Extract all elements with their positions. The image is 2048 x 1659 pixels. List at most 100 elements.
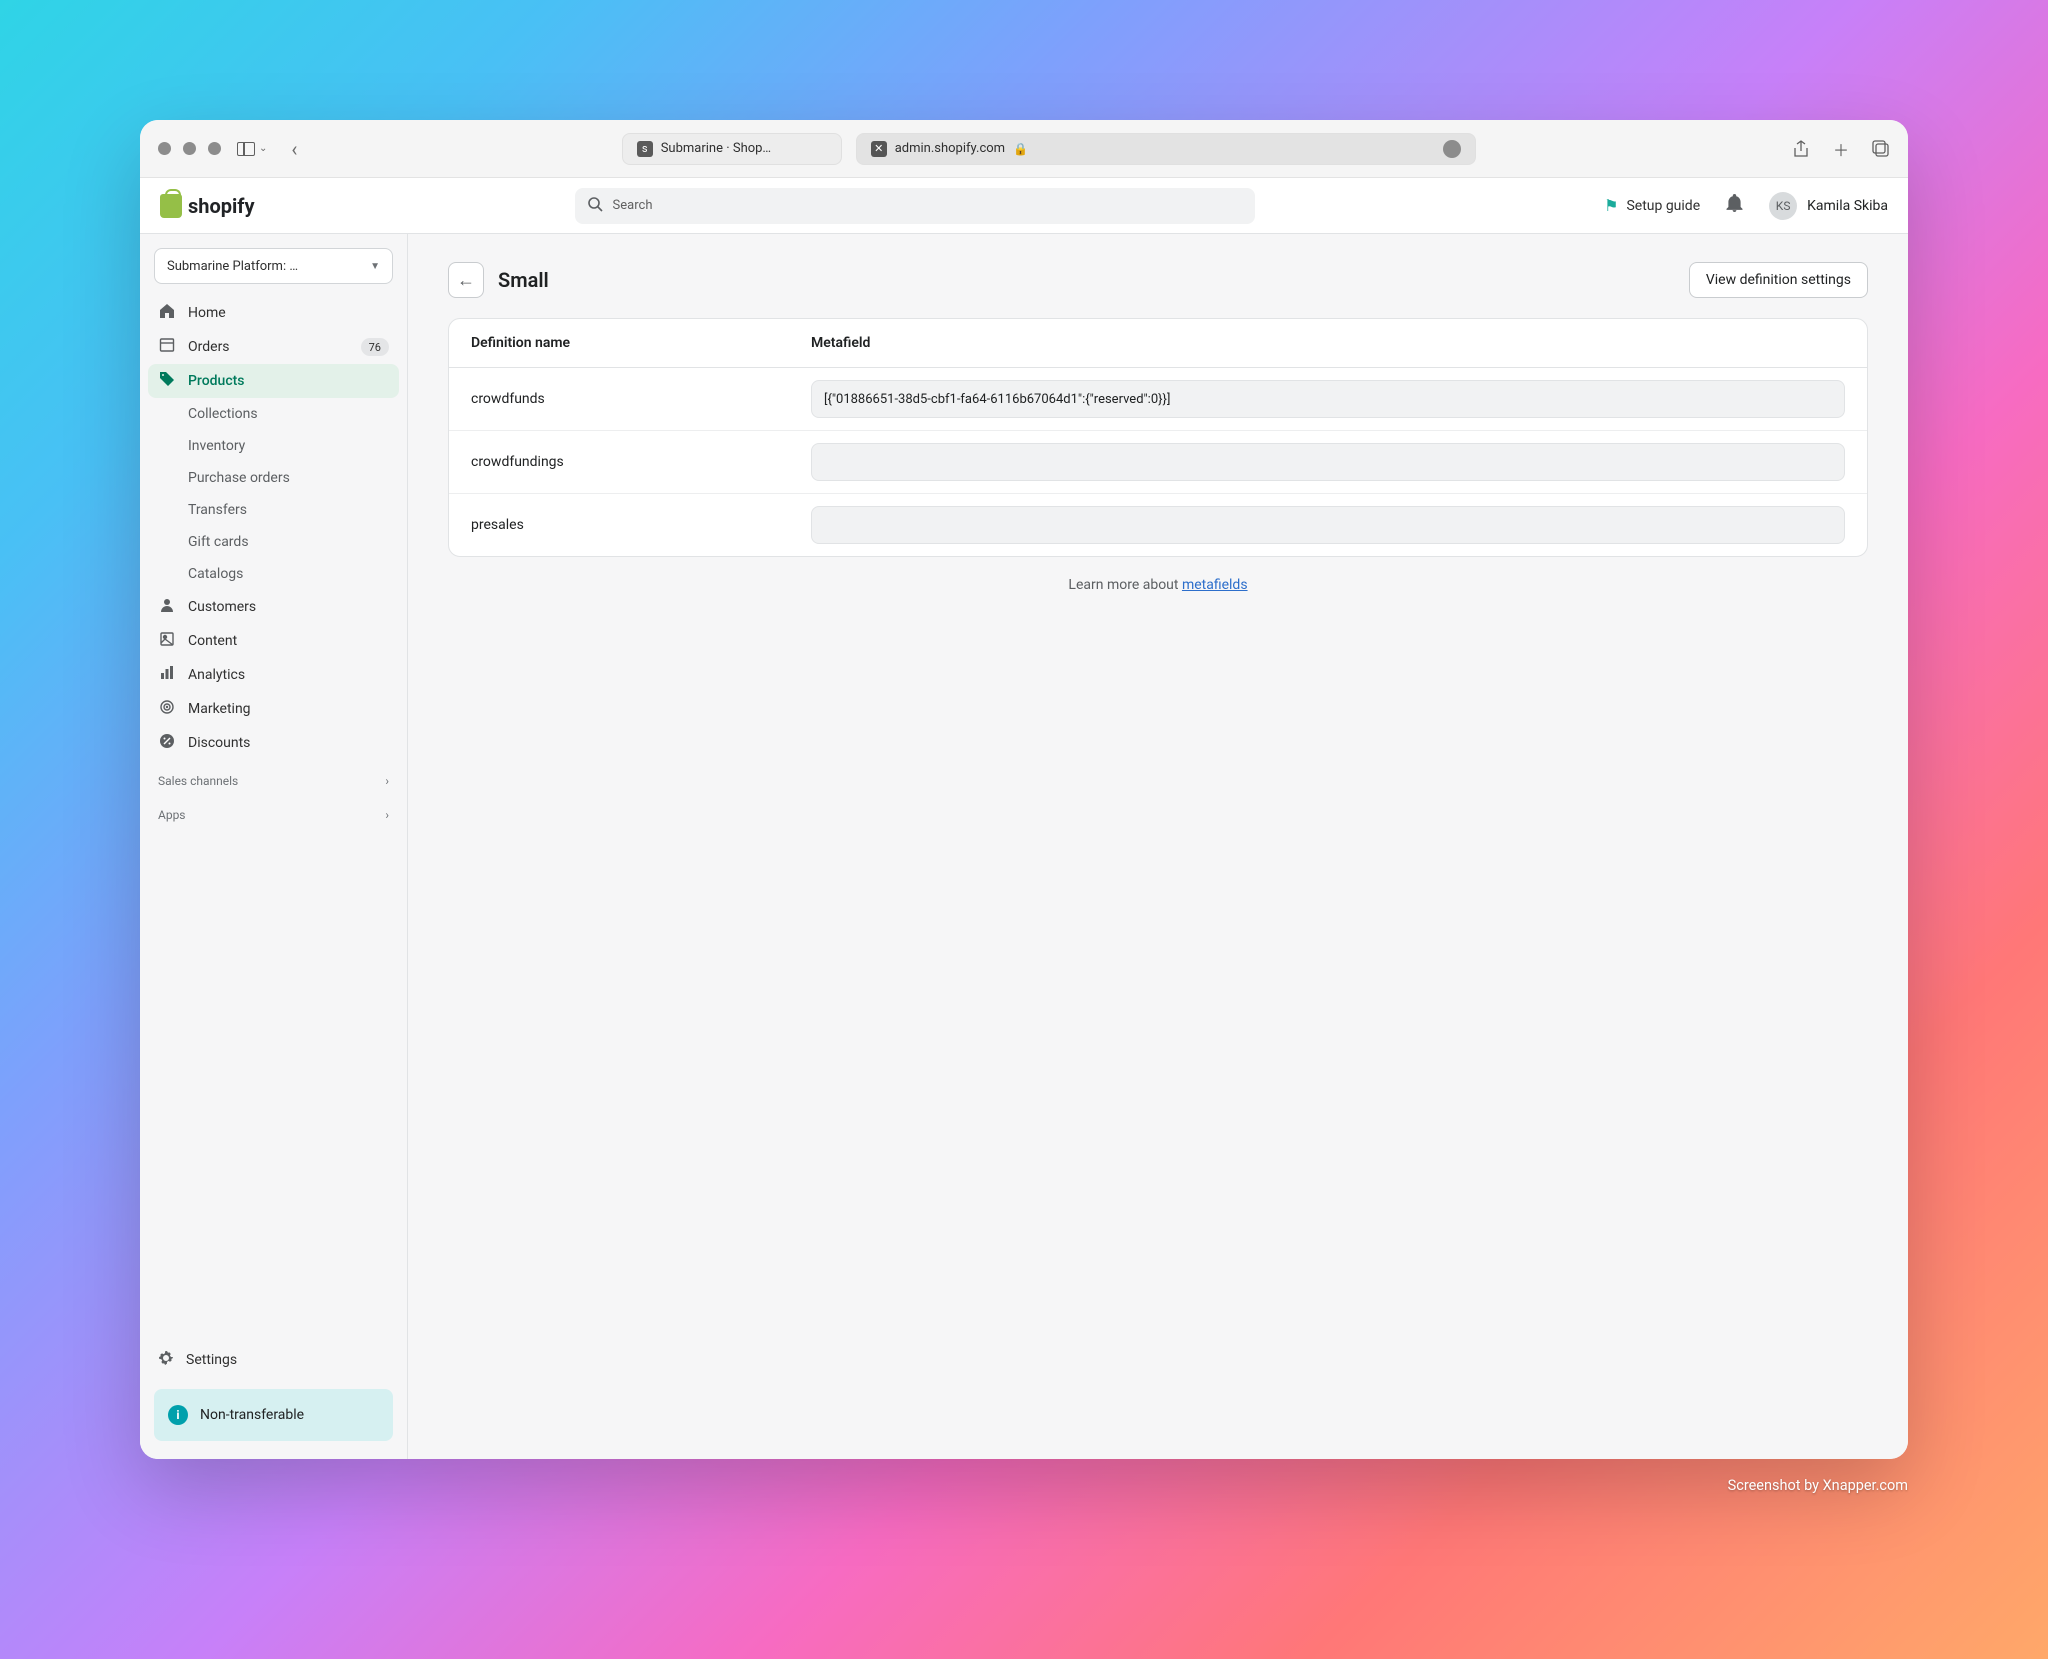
close-window-icon[interactable] (158, 142, 171, 155)
sidebar-toggle-button[interactable]: ⌄ (237, 142, 267, 156)
chevron-right-icon: › (385, 774, 389, 788)
browser-tab-active[interactable]: ✕ admin.shopify.com 🔒 (856, 133, 1476, 165)
learn-more-text: Learn more about metafields (448, 577, 1868, 593)
metafields-link[interactable]: metafields (1182, 577, 1248, 593)
user-menu[interactable]: KS Kamila Skiba (1769, 192, 1888, 220)
share-icon[interactable] (1792, 140, 1810, 158)
table-header: Definition name Metafield (449, 319, 1867, 368)
sidebar-item-products[interactable]: Products (148, 364, 399, 398)
definition-name: crowdfundings (471, 454, 811, 470)
marketing-icon (158, 699, 176, 719)
avatar: KS (1769, 192, 1797, 220)
sidebar-item-settings[interactable]: Settings (140, 1341, 407, 1379)
sidebar-sub-purchase-orders[interactable]: Purchase orders (140, 462, 407, 494)
back-button[interactable]: ← (448, 262, 484, 298)
metafield-input[interactable]: [{"01886651-38d5-cbf1-fa64-6116b67064d1"… (811, 380, 1845, 418)
sidebar-item-label: Content (188, 633, 237, 649)
browser-tab[interactable]: s Submarine · Shop… (622, 133, 842, 165)
store-picker[interactable]: Submarine Platform: … ▼ (154, 248, 393, 284)
logo-text: shopify (188, 194, 255, 218)
shopify-admin: shopify Search ⚑ Setup guide (140, 178, 1908, 1459)
maximize-window-icon[interactable] (208, 142, 221, 155)
table-row[interactable]: crowdfunds [{"01886651-38d5-cbf1-fa64-61… (449, 368, 1867, 431)
non-transferable-notice: i Non-transferable (154, 1389, 393, 1441)
sidebar: Submarine Platform: … ▼ Home (140, 234, 408, 1459)
shopify-logo[interactable]: shopify (160, 194, 255, 218)
app-header: shopify Search ⚑ Setup guide (140, 178, 1908, 234)
sidebar-icon (237, 142, 255, 156)
tab-title: admin.shopify.com (895, 141, 1005, 156)
shopping-bag-icon (160, 194, 182, 218)
store-name: Submarine Platform: … (167, 259, 298, 274)
info-icon: i (168, 1405, 188, 1425)
person-icon (158, 597, 176, 617)
view-definition-settings-button[interactable]: View definition settings (1689, 262, 1868, 298)
sidebar-sub-transfers[interactable]: Transfers (140, 494, 407, 526)
sidebar-item-home[interactable]: Home (140, 296, 407, 330)
notice-text: Non-transferable (200, 1407, 304, 1423)
home-icon (158, 303, 176, 323)
sidebar-item-label: Customers (188, 599, 256, 615)
tab-overview-icon[interactable] (1872, 140, 1890, 158)
chevron-down-icon: ⌄ (259, 143, 267, 154)
screenshot-credit: Screenshot by Xnapper.com (1728, 1477, 1908, 1494)
sidebar-item-analytics[interactable]: Analytics (140, 658, 407, 692)
metafields-card: Definition name Metafield crowdfunds [{"… (448, 318, 1868, 557)
discounts-icon (158, 733, 176, 753)
browser-chrome: ⌄ ‹ s Submarine · Shop… ✕ admin.shopify.… (140, 120, 1908, 178)
setup-guide-link[interactable]: ⚑ Setup guide (1604, 196, 1700, 215)
arrow-left-icon: ← (457, 270, 475, 291)
col-header-name: Definition name (471, 335, 811, 351)
minimize-window-icon[interactable] (183, 142, 196, 155)
sales-channels-header[interactable]: Sales channels › (140, 760, 407, 794)
sidebar-item-label: Products (188, 373, 245, 389)
reader-icon[interactable] (1443, 140, 1461, 158)
main-content: ← Small View definition settings Definit… (408, 234, 1908, 1459)
definition-name: crowdfunds (471, 391, 811, 407)
favicon-icon: s (637, 141, 653, 157)
orders-count-badge: 76 (361, 338, 389, 356)
sidebar-item-label: Orders (188, 339, 230, 355)
search-placeholder: Search (613, 198, 653, 213)
nav-back-button[interactable]: ‹ (283, 137, 305, 161)
sidebar-sub-collections[interactable]: Collections (140, 398, 407, 430)
flag-icon: ⚑ (1604, 196, 1618, 215)
sidebar-item-discounts[interactable]: Discounts (140, 726, 407, 760)
browser-window: ⌄ ‹ s Submarine · Shop… ✕ admin.shopify.… (140, 120, 1908, 1459)
sidebar-item-label: Home (188, 305, 226, 321)
page-title: Small (498, 268, 549, 292)
search-icon (587, 196, 603, 216)
metafield-input[interactable] (811, 443, 1845, 481)
orders-icon (158, 337, 176, 357)
sidebar-item-customers[interactable]: Customers (140, 590, 407, 624)
settings-label: Settings (186, 1352, 237, 1368)
sidebar-sub-gift-cards[interactable]: Gift cards (140, 526, 407, 558)
analytics-icon (158, 665, 176, 685)
apps-header[interactable]: Apps › (140, 794, 407, 828)
new-tab-icon[interactable]: ＋ (1832, 140, 1850, 158)
sidebar-item-orders[interactable]: Orders 76 (140, 330, 407, 364)
sidebar-item-marketing[interactable]: Marketing (140, 692, 407, 726)
setup-guide-label: Setup guide (1626, 198, 1700, 214)
definition-name: presales (471, 517, 811, 533)
sidebar-sub-inventory[interactable]: Inventory (140, 430, 407, 462)
window-controls[interactable] (158, 142, 221, 155)
metafield-input[interactable] (811, 506, 1845, 544)
sidebar-sub-catalogs[interactable]: Catalogs (140, 558, 407, 590)
notifications-icon[interactable] (1726, 194, 1743, 217)
chevron-down-icon: ▼ (370, 261, 380, 272)
user-name: Kamila Skiba (1807, 198, 1888, 214)
sidebar-item-label: Discounts (188, 735, 250, 751)
table-row[interactable]: presales (449, 494, 1867, 556)
search-input[interactable]: Search (575, 188, 1255, 224)
content-icon (158, 631, 176, 651)
tab-title: Submarine · Shop… (661, 141, 771, 156)
sidebar-item-content[interactable]: Content (140, 624, 407, 658)
table-row[interactable]: crowdfundings (449, 431, 1867, 494)
gear-icon (158, 1350, 174, 1370)
chevron-right-icon: › (385, 808, 389, 822)
browser-tabs: s Submarine · Shop… ✕ admin.shopify.com … (321, 133, 1776, 165)
sidebar-item-label: Marketing (188, 701, 251, 717)
tag-icon (158, 371, 176, 391)
lock-icon: 🔒 (1013, 142, 1028, 156)
